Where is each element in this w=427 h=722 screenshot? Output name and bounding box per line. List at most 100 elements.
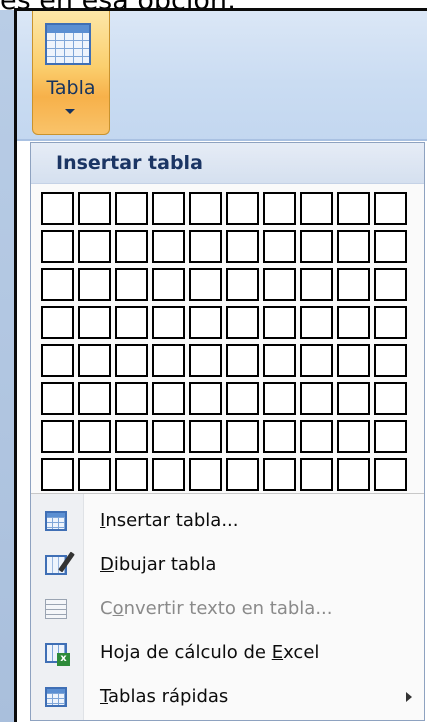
grid-cell-r1-c5[interactable]: [189, 192, 222, 225]
grid-cell-r8-c6[interactable]: [226, 458, 259, 491]
grid-cell-r2-c6[interactable]: [226, 230, 259, 263]
grid-cell-r1-c8[interactable]: [300, 192, 333, 225]
menu-item-draw-table[interactable]: Dibujar tabla: [31, 546, 424, 586]
menu-item-label: Dibujar tabla: [100, 554, 217, 575]
grid-cell-r4-c8[interactable]: [300, 306, 333, 339]
grid-cell-r6-c7[interactable]: [263, 382, 296, 415]
grid-cell-r2-c5[interactable]: [189, 230, 222, 263]
grid-cell-r2-c2[interactable]: [78, 230, 111, 263]
menu-item-insert-table[interactable]: Insertar tabla...: [31, 502, 424, 542]
grid-cell-r7-c8[interactable]: [300, 420, 333, 453]
grid-cell-r6-c9[interactable]: [337, 382, 370, 415]
grid-cell-r7-c5[interactable]: [189, 420, 222, 453]
grid-cell-r5-c2[interactable]: [78, 344, 111, 377]
grid-cell-r4-c2[interactable]: [78, 306, 111, 339]
grid-cell-r5-c7[interactable]: [263, 344, 296, 377]
grid-cell-r6-c4[interactable]: [152, 382, 185, 415]
grid-cell-r2-c8[interactable]: [300, 230, 333, 263]
menu-item-label: Hoja de cálculo de Excel: [100, 642, 320, 663]
grid-cell-r1-c10[interactable]: [374, 192, 407, 225]
grid-cell-r7-c10[interactable]: [374, 420, 407, 453]
grid-cell-r3-c7[interactable]: [263, 268, 296, 301]
grid-cell-r8-c3[interactable]: [115, 458, 148, 491]
grid-cell-r3-c10[interactable]: [374, 268, 407, 301]
menu-item-quick-tables[interactable]: Tablas rápidas: [31, 678, 424, 718]
grid-cell-r5-c6[interactable]: [226, 344, 259, 377]
grid-cell-r7-c2[interactable]: [78, 420, 111, 453]
grid-cell-r3-c3[interactable]: [115, 268, 148, 301]
grid-cell-r8-c1[interactable]: [41, 458, 74, 491]
grid-cell-r3-c8[interactable]: [300, 268, 333, 301]
grid-cell-r4-c4[interactable]: [152, 306, 185, 339]
grid-cell-r3-c5[interactable]: [189, 268, 222, 301]
grid-cell-r4-c10[interactable]: [374, 306, 407, 339]
grid-cell-r3-c6[interactable]: [226, 268, 259, 301]
grid-cell-r8-c7[interactable]: [263, 458, 296, 491]
grid-cell-r4-c6[interactable]: [226, 306, 259, 339]
convert-text-icon: [45, 599, 67, 619]
tabla-button[interactable]: Tabla: [32, 11, 110, 135]
grid-cell-r1-c2[interactable]: [78, 192, 111, 225]
grid-cell-r7-c3[interactable]: [115, 420, 148, 453]
excel-sheet-icon: [45, 643, 70, 666]
grid-cell-r8-c8[interactable]: [300, 458, 333, 491]
grid-cell-r4-c1[interactable]: [41, 306, 74, 339]
grid-cell-r5-c4[interactable]: [152, 344, 185, 377]
grid-cell-r6-c6[interactable]: [226, 382, 259, 415]
grid-cell-r6-c8[interactable]: [300, 382, 333, 415]
grid-cell-r8-c4[interactable]: [152, 458, 185, 491]
grid-cell-r3-c4[interactable]: [152, 268, 185, 301]
grid-cell-r8-c5[interactable]: [189, 458, 222, 491]
grid-cell-r5-c3[interactable]: [115, 344, 148, 377]
grid-cell-r4-c5[interactable]: [189, 306, 222, 339]
grid-cell-r1-c4[interactable]: [152, 192, 185, 225]
table-icon: [45, 23, 91, 65]
grid-cell-r1-c3[interactable]: [115, 192, 148, 225]
grid-cell-r6-c5[interactable]: [189, 382, 222, 415]
grid-cell-r1-c6[interactable]: [226, 192, 259, 225]
grid-cell-r7-c4[interactable]: [152, 420, 185, 453]
grid-cell-r8-c10[interactable]: [374, 458, 407, 491]
grid-cell-r8-c9[interactable]: [337, 458, 370, 491]
menu-item-convert-text[interactable]: Convertir texto en tabla...: [31, 590, 424, 630]
ribbon-divider: [17, 139, 427, 141]
grid-cell-r3-c2[interactable]: [78, 268, 111, 301]
grid-cell-r5-c8[interactable]: [300, 344, 333, 377]
grid-cell-r5-c1[interactable]: [41, 344, 74, 377]
grid-cell-r2-c4[interactable]: [152, 230, 185, 263]
grid-cell-r2-c9[interactable]: [337, 230, 370, 263]
menu-item-label: Tablas rápidas: [100, 686, 229, 707]
table-size-grid[interactable]: [41, 192, 407, 491]
ribbon-panel: Tabla: [17, 11, 427, 141]
grid-cell-r3-c1[interactable]: [41, 268, 74, 301]
grid-cell-r3-c9[interactable]: [337, 268, 370, 301]
grid-cell-r2-c10[interactable]: [374, 230, 407, 263]
grid-cell-r5-c9[interactable]: [337, 344, 370, 377]
grid-cell-r2-c3[interactable]: [115, 230, 148, 263]
grid-cell-r4-c7[interactable]: [263, 306, 296, 339]
dropdown-arrow-icon: [65, 109, 75, 114]
grid-cell-r2-c7[interactable]: [263, 230, 296, 263]
grid-cell-r6-c3[interactable]: [115, 382, 148, 415]
grid-cell-r6-c10[interactable]: [374, 382, 407, 415]
grid-cell-r7-c9[interactable]: [337, 420, 370, 453]
grid-cell-r5-c10[interactable]: [374, 344, 407, 377]
grid-cell-r1-c1[interactable]: [41, 192, 74, 225]
grid-cell-r7-c1[interactable]: [41, 420, 74, 453]
grid-cell-r5-c5[interactable]: [189, 344, 222, 377]
grid-cell-r8-c2[interactable]: [78, 458, 111, 491]
grid-cell-r1-c9[interactable]: [337, 192, 370, 225]
grid-cell-r2-c1[interactable]: [41, 230, 74, 263]
grid-cell-r4-c9[interactable]: [337, 306, 370, 339]
tabla-button-label: Tabla: [46, 77, 96, 99]
grid-cell-r1-c7[interactable]: [263, 192, 296, 225]
grid-cell-r7-c6[interactable]: [226, 420, 259, 453]
menu-item-label: Convertir texto en tabla...: [100, 598, 333, 619]
menu-item-excel-sheet[interactable]: Hoja de cálculo de Excel: [31, 634, 424, 674]
grid-cell-r6-c2[interactable]: [78, 382, 111, 415]
grid-cell-r6-c1[interactable]: [41, 382, 74, 415]
grid-cell-r4-c3[interactable]: [115, 306, 148, 339]
menu-separator: [31, 493, 424, 494]
grid-cell-r7-c7[interactable]: [263, 420, 296, 453]
dropdown-header: Insertar tabla: [31, 143, 424, 184]
